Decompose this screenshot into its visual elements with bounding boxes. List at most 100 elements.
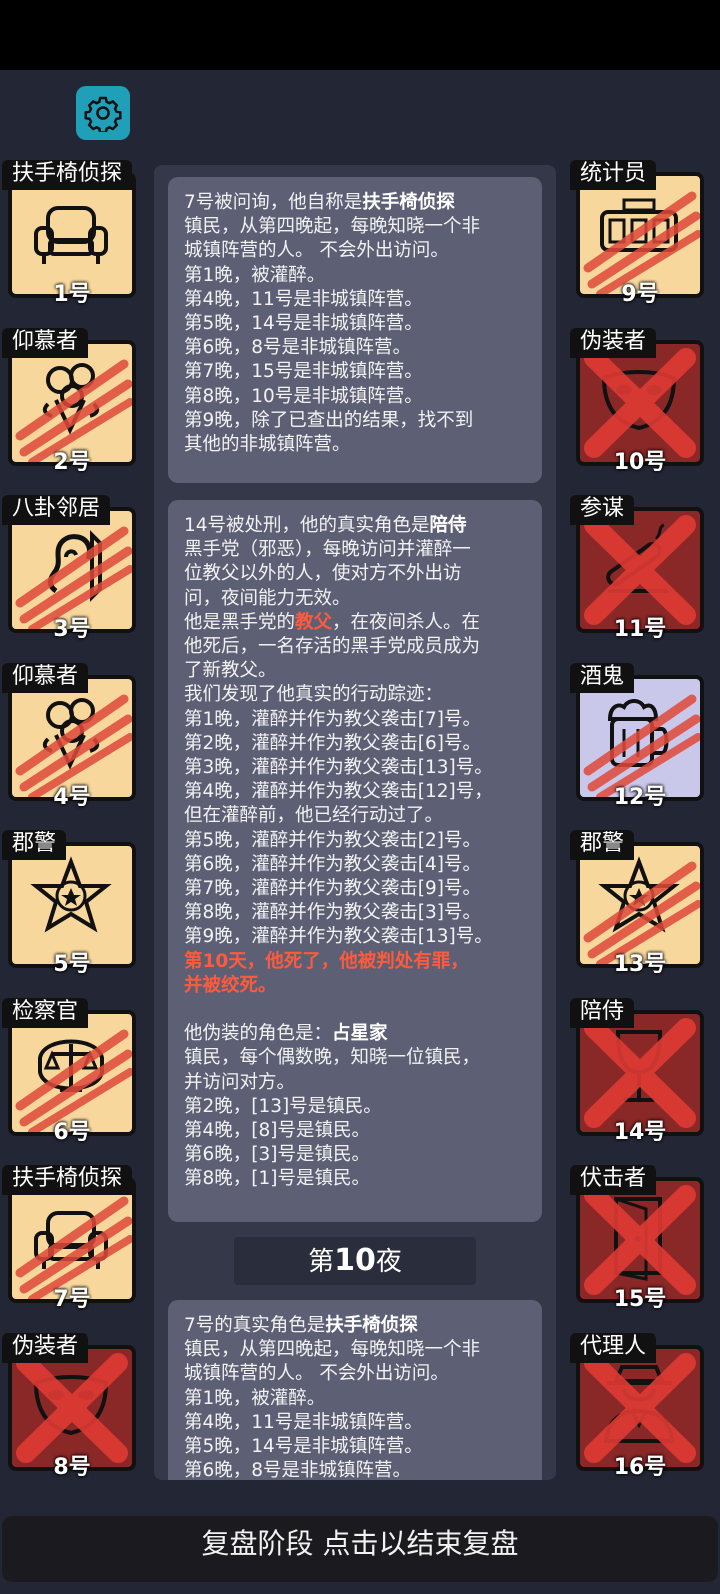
end-review-button[interactable]: 复盘阶段 点击以结束复盘 [2,1516,718,1582]
log-text: 镇民，从第四晚起，每晚知晓一个非 [184,1339,481,1361]
log-line: 第1晚，被灌醉。 [184,264,526,288]
player-card[interactable]: 伪装者 8号 [2,1332,146,1485]
log-line: 第7晚，灌醉并作为教父袭击[9]号。 [184,877,526,901]
claw-slash-icon [15,359,132,462]
armchair-icon [34,206,108,264]
player-number: 8号 [53,1454,91,1480]
log-line: 第4晚，灌醉并作为教父袭击[12]号， [184,780,526,804]
player-card[interactable]: 扶手椅侦探 7号 [2,1165,146,1317]
log-text: 第2晚，[13]号是镇民。 [184,1095,382,1117]
log-line: 城镇阵营的人。 不会外出访问。 [184,239,526,263]
role-label: 统计员 [570,160,657,190]
log-line: 第8晚，[1]号是镇民。 [184,1167,526,1191]
player-number: 16号 [613,1454,667,1480]
log-text: 第5晚，14号是非城镇阵营。 [184,313,423,335]
log-text: 第1晚，被灌醉。 [184,1387,326,1409]
log-text: 位教父以外的人，使对方不外出访 [184,563,462,585]
log-text: 他伪装的角色是： [184,1023,333,1045]
log-text: 第9晚，除了已查出的结果，找不到 [184,409,474,431]
player-number: 14号 [613,1119,667,1145]
red-cross-icon [16,1352,128,1463]
log-line: 黑手党（邪恶），每晚访问并灌醉一 [184,538,526,562]
player-card[interactable]: 郡警 5号 [2,830,146,982]
log-line: 镇民，每个偶数晚，知晓一位镇民， [184,1046,526,1070]
player-number: 4号 [53,784,91,810]
role-label: 仰慕者 [2,327,89,358]
log-line: 第2晚，[13]号是镇民。 [184,1095,526,1119]
log-line: 问，夜间能力无效。 [184,587,526,611]
player-card[interactable]: 参谋 11号 [570,495,714,647]
player-number: 11号 [613,617,667,642]
role-label: 参谋 [570,495,635,525]
player-card[interactable]: 扶手椅侦探 1号 [2,160,146,312]
log-line: 第5晚，14号是非城镇阵营。 [184,312,526,336]
role-label: 郡警 [2,830,67,860]
red-cross-icon [584,1017,696,1128]
log-text: 第4晚，灌醉并作为教父袭击[12]号， [184,781,493,803]
log-text: 14号被处刑，他的真实角色是 [184,515,430,536]
player-number: 13号 [613,952,667,977]
log-text: 了新教父。 [184,660,277,682]
log-text: 其他的非城镇阵营。 [184,434,351,456]
log-line: 镇民，从第四晚起，每晚知晓一个非 [184,1338,526,1362]
log-text: 他是黑手党的 [184,611,296,633]
player-number: 10号 [613,449,667,475]
log-line: 第4晚，11号是非城镇阵营。 [184,288,526,312]
log-text: 城镇阵营的人。 不会外出访问。 [184,1363,449,1385]
role-label: 仰慕者 [2,662,89,693]
log-line: 第8晚，灌醉并作为教父袭击[3]号。 [184,901,526,925]
log-line: 城镇阵营的人。 不会外出访问。 [184,1362,526,1386]
log-text: 第2晚，灌醉并作为教父袭击[6]号。 [184,732,481,754]
log-line: 第4晚，[8]号是镇民。 [184,1119,526,1143]
log-text: 第1晚，灌醉并作为教父袭击[7]号。 [184,708,481,730]
log-line: 了新教父。 [184,659,526,683]
log-line: 第6晚，8号是非城镇阵营。 [184,1459,526,1480]
log-text: 第6晚，灌醉并作为教父袭击[4]号。 [184,853,481,875]
log-line: 其他的非城镇阵营。 [184,433,526,457]
log-line: 并访问对方。 [184,1071,526,1095]
player-card[interactable]: 陪侍 14号 [570,997,714,1150]
log-text: 第5晚，14号是非城镇阵营。 [184,1436,423,1458]
player-card[interactable]: 八卦邻居 3号 [2,495,146,647]
log-text: 7号的真实角色是 [184,1315,326,1336]
log-line: 第9晚，除了已查出的结果，找不到 [184,409,526,433]
role-label: 代理人 [570,1332,657,1363]
player-card[interactable]: 伏击者 15号 [570,1165,714,1317]
role-label: 伪装者 [2,1332,89,1363]
review-log-panel[interactable]: 7号被问询，他自称是扶手椅侦探 镇民，从第四晚起，每晚知晓一个非 城镇阵营的人。 不… [154,165,556,1480]
log-text: 黑手党（邪恶），每晚访问并灌醉一 [184,539,471,561]
player-card[interactable]: 统计员 9号 [570,160,714,312]
log-message-true-role: 7号的真实角色是扶手椅侦探 镇民，从第四晚起，每晚知晓一个非 城镇阵营的人。 不会外… [168,1300,542,1480]
log-line: 位教父以外的人，使对方不外出访 [184,562,526,586]
player-card[interactable]: 检察官 6号 [2,997,146,1150]
log-line: 第9晚，灌醉并作为教父袭击[13]号。 [184,925,526,949]
log-message-execution: 14号被处刑，他的真实角色是陪侍黑手党（邪恶），每晚访问并灌醉一 位教父以外的人，… [168,500,542,1222]
settings-button[interactable] [76,86,130,140]
player-card[interactable]: 仰慕者 4号 [2,662,146,815]
claw-slash-icon [583,861,700,964]
player-number: 2号 [53,449,91,475]
player-card[interactable]: 代理人 16号 [570,1332,714,1485]
log-text: 我们发现了他真实的行动踪迹： [184,684,444,706]
log-message-armchair-detective: 7号被问询，他自称是扶手椅侦探 镇民，从第四晚起，每晚知晓一个非 城镇阵营的人。 不… [168,177,542,483]
log-text: 镇民，从第四晚起，每晚知晓一个非 [184,216,481,238]
night-suffix: 夜 [375,1247,402,1277]
red-cross-icon [584,347,696,458]
red-cross-icon [584,515,696,625]
player-number: 1号 [53,282,91,307]
status-bar [0,0,720,70]
log-text: 第3晚，灌醉并作为教父袭击[13]号。 [184,757,493,779]
log-line: 第7晚，15号是非城镇阵营。 [184,360,526,384]
log-highlight: 占星家 [332,1023,388,1045]
log-text: 第5晚，灌醉并作为教父袭击[2]号。 [184,829,481,851]
log-line: 第4晚，11号是非城镇阵营。 [184,1411,526,1435]
claw-slash-icon [15,526,132,629]
player-card[interactable]: 伪装者 10号 [570,327,714,480]
player-number: 15号 [613,1287,667,1312]
player-card[interactable]: 郡警 13号 [570,830,714,982]
log-highlight: 陪侍 [429,515,467,536]
player-card[interactable]: 酒鬼 12号 [570,662,714,815]
log-text: 第9晚，灌醉并作为教父袭击[13]号。 [184,926,493,948]
player-card[interactable]: 仰慕者 2号 [2,327,146,480]
